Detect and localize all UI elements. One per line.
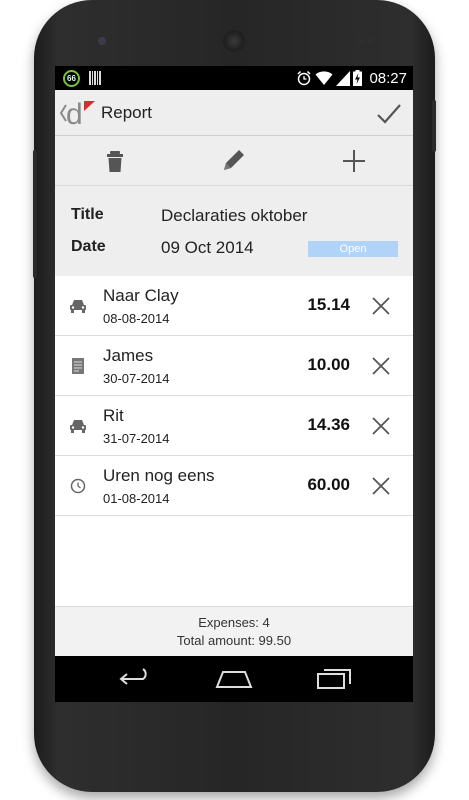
expense-name: Uren nog eens: [103, 466, 215, 485]
car-icon: [70, 420, 86, 433]
wifi-icon: [315, 71, 333, 85]
signal-icon: [336, 71, 351, 86]
action-bar: d Report: [55, 90, 413, 136]
expense-amount: 15.14: [307, 295, 350, 314]
status-bar: 66 08:27: [55, 66, 413, 90]
status-icons: 08:27: [296, 69, 407, 87]
plus-icon[interactable]: [339, 146, 369, 176]
barcode-icon: [89, 71, 101, 85]
app-logo-icon[interactable]: d: [65, 98, 97, 128]
title-value: Declaraties oktober: [161, 206, 308, 225]
list-item[interactable]: Rit 31-07-2014 14.36: [55, 396, 413, 456]
expense-name: James: [103, 346, 154, 365]
recent-apps-icon[interactable]: [314, 664, 354, 694]
delete-icon[interactable]: [369, 354, 393, 378]
sensor: [358, 38, 363, 43]
date-value: 09 Oct 2014: [161, 238, 254, 257]
earpiece-speaker: [223, 30, 245, 52]
title-label: Title: [71, 206, 104, 223]
home-icon[interactable]: [214, 664, 254, 694]
expense-date: 31-07-2014: [103, 431, 170, 446]
clock-icon: [70, 478, 86, 494]
date-label: Date: [71, 238, 106, 255]
list-item[interactable]: Uren nog eens 01-08-2014 60.00: [55, 456, 413, 516]
pencil-icon[interactable]: [218, 146, 248, 176]
sensor: [368, 38, 373, 43]
battery-charging-icon: [353, 70, 363, 86]
report-header: Title Declaraties oktober Date 09 Oct 20…: [55, 186, 413, 276]
delete-icon[interactable]: [369, 474, 393, 498]
volume-button: [432, 100, 436, 152]
expense-amount: 10.00: [307, 355, 350, 374]
delete-icon[interactable]: [369, 414, 393, 438]
status-badge: Open: [308, 241, 398, 257]
expense-list: Naar Clay 08-08-2014 15.14 James 30-07-2…: [55, 276, 413, 516]
list-item[interactable]: Naar Clay 08-08-2014 15.14: [55, 276, 413, 336]
expense-date: 08-08-2014: [103, 311, 170, 326]
power-button: [33, 150, 37, 278]
trash-icon[interactable]: [100, 146, 130, 176]
navigation-bar: [55, 656, 413, 702]
front-camera: [98, 37, 106, 45]
screen: 66 08:27 d Report Title Declaraties okto…: [55, 66, 413, 702]
done-button[interactable]: [373, 98, 405, 130]
car-icon: [70, 300, 86, 313]
expense-amount: 60.00: [307, 475, 350, 494]
list-item[interactable]: James 30-07-2014 10.00: [55, 336, 413, 396]
summary-footer: Expenses: 4 Total amount: 99.50: [55, 606, 413, 656]
alarm-icon: [297, 70, 311, 86]
clock: 08:27: [369, 69, 407, 87]
toolbar: [55, 136, 413, 186]
expenses-count: Expenses: 4: [198, 615, 270, 630]
total-amount: Total amount: 99.50: [176, 633, 292, 648]
page-title: Report: [101, 103, 153, 122]
receipt-icon: [72, 358, 84, 374]
expense-date: 01-08-2014: [103, 491, 170, 506]
notification-badge: 66: [63, 70, 80, 87]
expense-amount: 14.36: [307, 415, 350, 434]
delete-icon[interactable]: [369, 294, 393, 318]
expense-date: 30-07-2014: [103, 371, 170, 386]
expense-name: Naar Clay: [103, 286, 179, 305]
svg-text:d: d: [66, 98, 83, 128]
expense-name: Rit: [103, 406, 124, 425]
back-icon[interactable]: [115, 664, 155, 694]
